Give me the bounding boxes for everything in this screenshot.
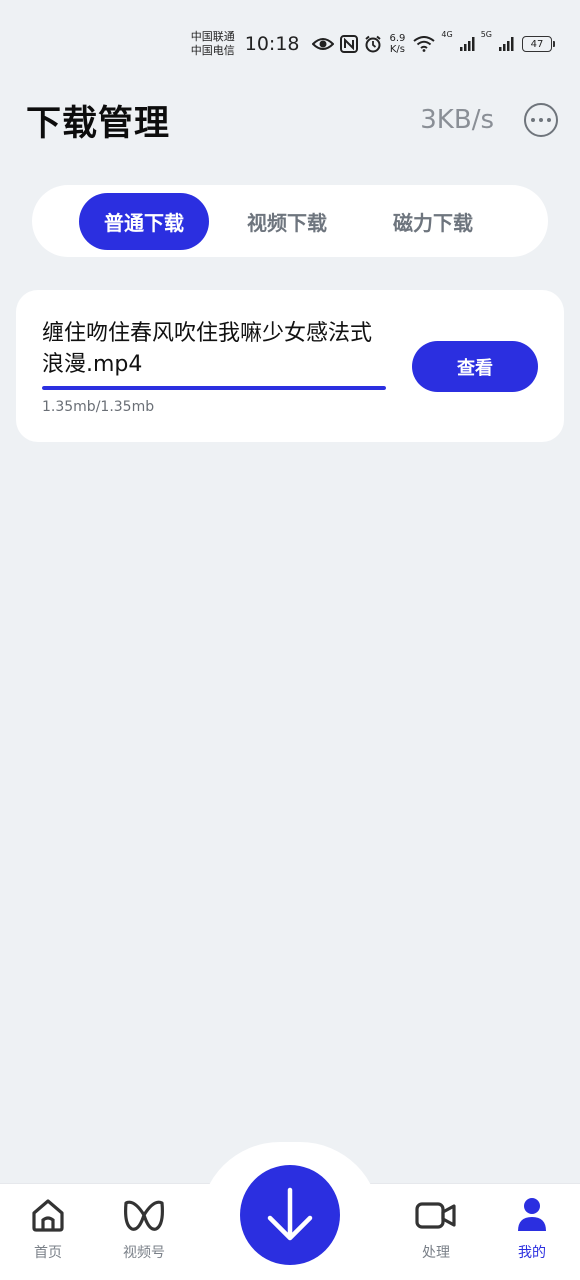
nav-label: 我的	[518, 1245, 546, 1261]
nav-label: 视频号	[123, 1245, 165, 1261]
more-dot	[539, 118, 543, 122]
eye-icon	[311, 36, 334, 52]
more-dot	[547, 118, 551, 122]
carrier-2: 中国电信	[190, 44, 235, 57]
alarm-icon	[364, 35, 382, 53]
file-name: 缠住吻住春风吹住我嘛少女感法式浪漫.mp4	[42, 321, 373, 377]
home-icon	[28, 1194, 68, 1236]
carrier-names: 中国联通 中国电信	[191, 30, 235, 58]
carrier-1: 中国联通	[190, 30, 235, 43]
nav-label: 处理	[422, 1245, 450, 1261]
status-bar: 中国联通 中国电信 10:18 6.9 K/s 4G 5G 47	[191, 24, 555, 64]
download-type-tabs: 普通下载 视频下载 磁力下载	[32, 185, 548, 257]
more-dot	[531, 118, 535, 122]
nfc-icon	[339, 35, 358, 53]
nav-item-mine[interactable]: 我的	[492, 1194, 572, 1262]
nav-item-process[interactable]: 处理	[396, 1194, 476, 1262]
network-speed-value: 6.9	[389, 33, 406, 44]
battery-icon: 47	[522, 36, 555, 52]
video-camera-icon	[414, 1194, 458, 1236]
status-time: 10:18	[244, 33, 300, 55]
tab-label: 普通下载	[104, 210, 184, 235]
tab-magnet-download[interactable]: 磁力下载	[365, 193, 501, 250]
channels-icon	[122, 1194, 166, 1236]
nav-item-channels[interactable]: 视频号	[104, 1194, 184, 1262]
wifi-icon	[413, 36, 436, 52]
more-options-button[interactable]	[524, 103, 558, 137]
signal-1-icon	[459, 36, 475, 52]
download-item: 缠住吻住春风吹住我嘛少女感法式浪漫.mp4 1.35mb/1.35mb 查看	[16, 290, 564, 442]
tab-video-download[interactable]: 视频下载	[219, 193, 355, 250]
nav-label: 首页	[34, 1245, 62, 1261]
user-icon	[512, 1194, 552, 1236]
signal-2-icon	[498, 36, 514, 52]
progress-fill	[42, 386, 386, 390]
nav-item-home[interactable]: 首页	[8, 1194, 88, 1262]
file-size: 1.35mb/1.35mb	[42, 399, 155, 415]
download-arrow-icon	[267, 1187, 313, 1241]
page-title: 下载管理	[26, 103, 171, 144]
tab-label: 视频下载	[247, 210, 327, 235]
download-speed: 3KB/s	[420, 105, 494, 135]
tab-label: 磁力下载	[393, 210, 473, 235]
header: 下载管理 3KB/s	[26, 92, 558, 148]
progress-bar	[42, 386, 386, 390]
network-speed: 6.9 K/s	[390, 33, 406, 55]
signal-1-label: 4G	[441, 30, 453, 39]
network-speed-unit: K/s	[389, 44, 406, 55]
signal-2-label: 5G	[480, 30, 492, 39]
download-fab-button[interactable]	[240, 1165, 340, 1265]
view-button[interactable]: 查看	[412, 341, 538, 392]
view-button-label: 查看	[457, 357, 493, 379]
battery-level: 47	[530, 38, 544, 50]
tab-normal-download[interactable]: 普通下载	[79, 192, 209, 250]
